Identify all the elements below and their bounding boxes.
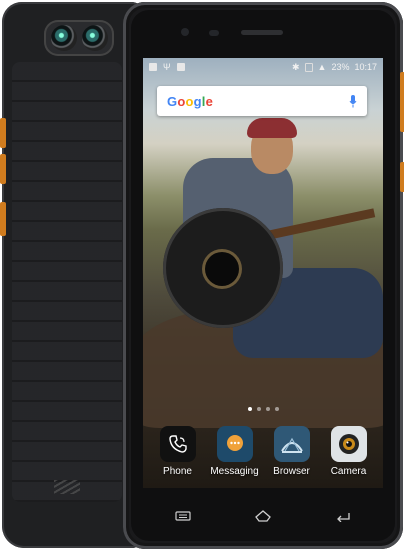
screen: Ψ ✱ ▲ 23% 10:17 Google Phone Messaging B…	[143, 58, 383, 488]
rear-camera-lens-icon	[51, 25, 77, 51]
battery-saver-icon: ▲	[317, 62, 327, 72]
recent-apps-icon[interactable]	[169, 506, 197, 526]
page-dot	[256, 407, 261, 411]
status-bar: Ψ ✱ ▲ 23% 10:17	[143, 58, 383, 76]
navigation-bar	[143, 496, 383, 536]
side-button[interactable]	[0, 118, 6, 148]
wallpaper-person	[247, 118, 297, 138]
no-sim-icon	[304, 62, 313, 72]
app-messaging[interactable]: Messaging	[207, 426, 263, 477]
mic-icon[interactable]	[349, 94, 357, 108]
earpiece-speaker	[241, 30, 283, 35]
browser-icon[interactable]	[273, 426, 310, 462]
camera-icon[interactable]	[330, 426, 367, 462]
google-search-bar[interactable]: Google	[157, 86, 367, 116]
back-textured-panel	[12, 62, 122, 502]
app-label: Messaging	[210, 466, 259, 477]
power-key[interactable]	[400, 162, 404, 192]
app-dock: Phone Messaging Browser Camera	[143, 426, 383, 477]
page-dot	[265, 407, 270, 411]
messaging-icon[interactable]	[216, 426, 253, 462]
page-dot	[274, 407, 279, 411]
battery-percent: 23%	[331, 62, 350, 72]
home-icon[interactable]	[249, 506, 277, 526]
bluetooth-icon: ✱	[291, 61, 300, 72]
google-logo: Google	[167, 93, 214, 109]
phone-back-view	[0, 2, 142, 548]
phone-front-view: Ψ ✱ ▲ 23% 10:17 Google Phone Messaging B…	[123, 2, 404, 549]
usb-icon: Ψ	[163, 62, 171, 72]
app-browser[interactable]: Browser	[264, 426, 320, 477]
app-camera[interactable]: Camera	[321, 426, 377, 477]
rear-camera-module	[44, 20, 114, 56]
app-label: Phone	[163, 466, 192, 477]
sensor-icon	[209, 30, 219, 36]
back-icon[interactable]	[329, 506, 357, 526]
front-camera-icon	[181, 28, 189, 36]
side-button[interactable]	[0, 154, 6, 184]
page-indicator	[143, 407, 383, 411]
clock: 10:17	[354, 62, 377, 72]
notification-icon	[176, 63, 185, 71]
image-icon	[149, 63, 157, 71]
app-label: Browser	[273, 466, 310, 477]
volume-key[interactable]	[400, 72, 404, 132]
app-label: Camera	[330, 466, 367, 477]
speaker-grille	[54, 480, 80, 494]
wallpaper-guitar	[205, 252, 239, 286]
side-button[interactable]	[0, 202, 6, 236]
app-phone[interactable]: Phone	[150, 426, 206, 477]
rear-camera-lens-icon	[82, 25, 108, 51]
phone-icon[interactable]	[159, 426, 196, 462]
page-dot	[247, 407, 252, 411]
